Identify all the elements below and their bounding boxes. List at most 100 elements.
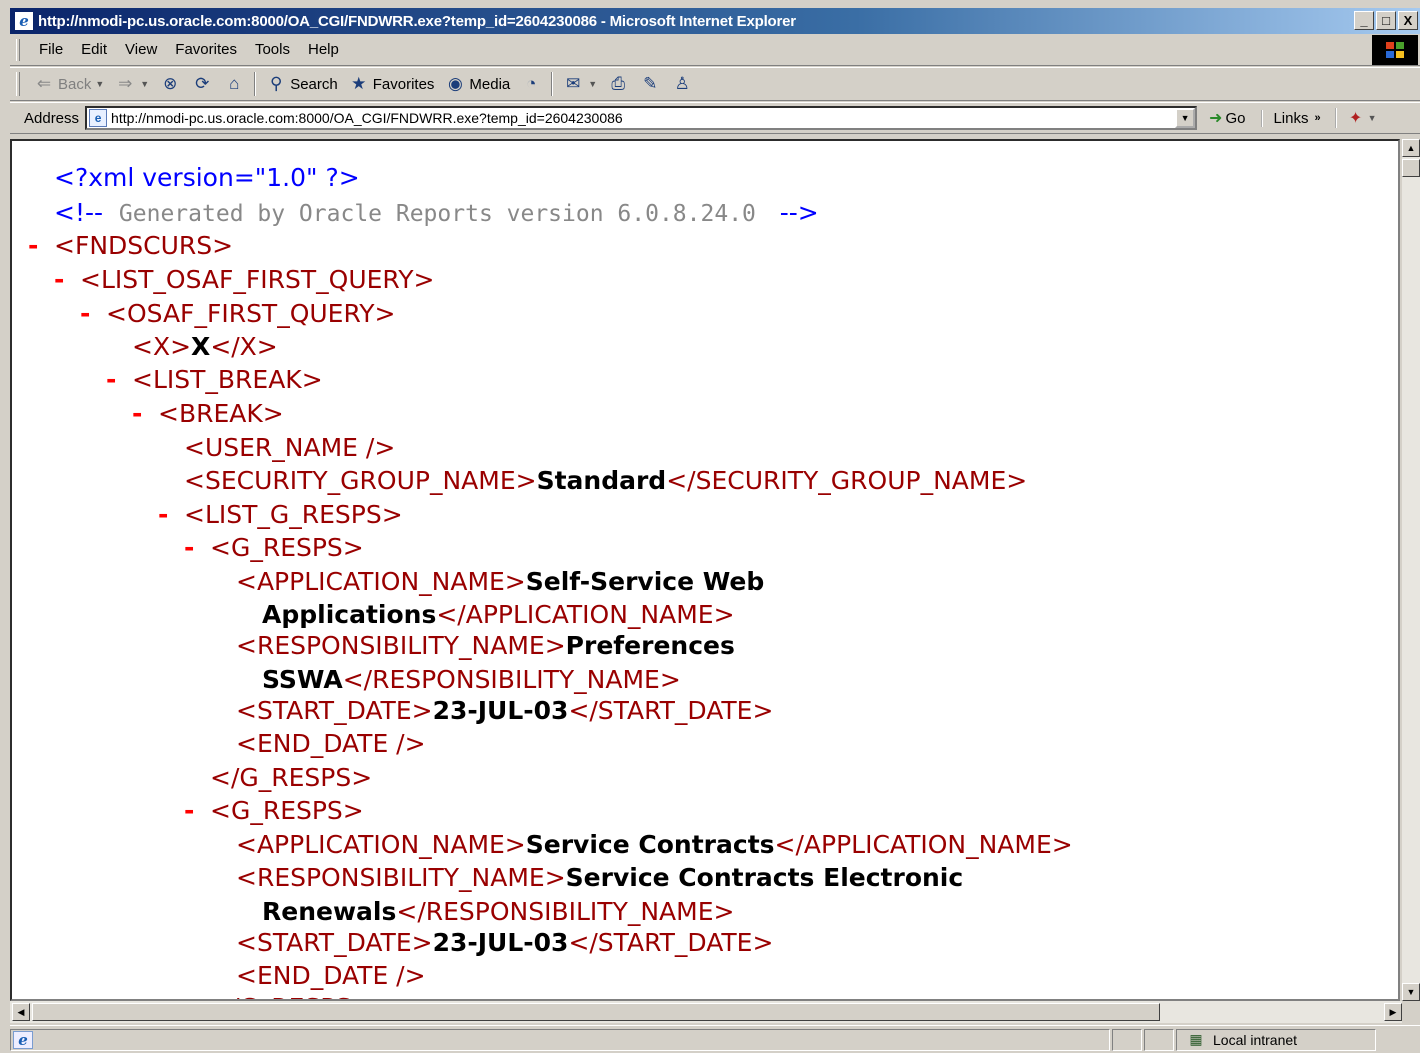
scroll-right-button[interactable]: ▶	[1384, 1003, 1402, 1021]
horizontal-scrollbar[interactable]: ◀ ▶	[10, 1001, 1402, 1023]
back-dropdown-icon[interactable]: ▼	[95, 79, 104, 89]
toolbar-extension-button[interactable]: ✦ ▼	[1334, 108, 1377, 128]
comment-text: Generated by Oracle Reports version 6.0.…	[118, 201, 756, 227]
go-label: Go	[1225, 109, 1246, 127]
tag-open: <FNDSCURS>	[54, 231, 234, 260]
search-icon: ⚲	[269, 74, 283, 93]
scroll-left-button[interactable]: ◀	[12, 1003, 30, 1021]
toolbar-grip[interactable]	[16, 72, 20, 96]
go-button[interactable]: ➜ Go	[1209, 108, 1245, 128]
toolbar-separator	[551, 72, 554, 96]
xml-declaration: <?xml version="1.0" ?>	[54, 161, 360, 195]
xml-node-list-g-resps: <LIST_G_RESPS>	[184, 498, 403, 532]
minimize-button[interactable]: _	[1354, 11, 1374, 30]
links-label: Links	[1273, 109, 1309, 127]
mail-button[interactable]: ✉ ▼	[557, 71, 602, 97]
vertical-scroll-thumb[interactable]	[1402, 159, 1420, 177]
xml-node-end-date: <END_DATE />	[236, 727, 426, 761]
application-name-value: Applications	[262, 600, 437, 629]
collapse-toggle[interactable]: -	[184, 794, 194, 828]
tag-close: </RESPONSIBILITY_NAME>	[396, 897, 735, 926]
maximize-button[interactable]: □	[1376, 11, 1396, 30]
collapse-toggle[interactable]: -	[54, 263, 64, 297]
x-value: X	[191, 332, 211, 361]
tag-open: <BREAK>	[158, 399, 284, 428]
vertical-scrollbar[interactable]: ▲ ▼	[1402, 139, 1420, 1001]
forward-button[interactable]: ⇒ ▼	[109, 71, 154, 97]
tag-close: </SECURITY_GROUP_NAME>	[666, 466, 1028, 495]
close-button[interactable]: X	[1398, 11, 1418, 30]
done-page-icon: e	[13, 1030, 33, 1049]
tag-empty: <USER_NAME />	[184, 433, 396, 462]
media-icon: ◉	[448, 74, 463, 93]
xml-node-responsibility-name: <RESPONSIBILITY_NAME>Preferences	[236, 629, 735, 663]
collapse-toggle[interactable]: -	[28, 229, 38, 263]
home-button[interactable]: ⌂	[218, 71, 250, 97]
horizontal-scroll-thumb[interactable]	[32, 1003, 1160, 1021]
messenger-button[interactable]: ♙	[666, 71, 698, 97]
xml-pi-text: <?xml version="1.0" ?>	[54, 163, 360, 192]
address-bar: Address e ▼ ➜ Go Links » ✦ ▼	[10, 102, 1420, 134]
links-button[interactable]: Links »	[1261, 109, 1321, 127]
favorites-button[interactable]: ★ Favorites	[343, 71, 440, 97]
xml-node-user-name: <USER_NAME />	[184, 431, 395, 465]
page-icon: e	[89, 109, 108, 127]
xml-node-start-date: <START_DATE>23-JUL-03</START_DATE>	[236, 694, 773, 728]
edit-icon: ✎	[643, 74, 658, 93]
tag-open: <RESPONSIBILITY_NAME>	[236, 631, 566, 660]
search-label: Search	[290, 75, 338, 93]
favorites-icon: ★	[351, 74, 367, 93]
mail-dropdown-icon[interactable]: ▼	[588, 79, 597, 89]
menu-edit[interactable]: Edit	[72, 37, 116, 62]
windows-logo-icon	[1372, 35, 1418, 65]
tag-close: </G_RESPS>	[210, 763, 373, 792]
xml-node-osaf: <OSAF_FIRST_QUERY>	[106, 297, 395, 331]
xml-node-security-group: <SECURITY_GROUP_NAME>Standard</SECURITY_…	[184, 464, 1027, 498]
xml-node-g-resps: <G_RESPS>	[210, 531, 364, 565]
menu-view[interactable]: View	[116, 37, 166, 62]
media-button[interactable]: ◉ Media	[439, 71, 515, 97]
address-input[interactable]	[111, 110, 1172, 126]
xml-node-start-date: <START_DATE>23-JUL-03</START_DATE>	[236, 926, 773, 960]
collapse-toggle[interactable]: -	[106, 363, 116, 397]
tag-close: </APPLICATION_NAME>	[436, 600, 735, 629]
menu-grip[interactable]	[16, 38, 20, 61]
status-pane	[1144, 1028, 1174, 1051]
favorites-label: Favorites	[372, 75, 435, 93]
menu-tools[interactable]: Tools	[246, 37, 299, 62]
forward-dropdown-icon[interactable]: ▼	[140, 79, 149, 89]
responsibility-name-value: SSWA	[262, 665, 343, 694]
local-intranet-icon: ▦	[1189, 1031, 1203, 1047]
collapse-toggle[interactable]: -	[132, 397, 142, 431]
collapse-toggle[interactable]: -	[184, 531, 194, 565]
start-date-value: 23-JUL-03	[432, 696, 569, 725]
window-title-bar: e http://nmodi-pc.us.oracle.com:8000/OA_…	[10, 8, 1420, 34]
collapse-toggle[interactable]: -	[158, 498, 168, 532]
extension-icon: ✦	[1348, 110, 1363, 127]
menu-favorites[interactable]: Favorites	[166, 37, 246, 62]
address-label: Address	[24, 109, 80, 127]
xml-node-responsibility-name: <RESPONSIBILITY_NAME>Service Contracts E…	[236, 861, 963, 895]
scroll-down-button[interactable]: ▼	[1402, 983, 1420, 1001]
edit-button[interactable]: ✎	[634, 71, 666, 97]
stop-button[interactable]: ⊗	[154, 71, 186, 97]
tag-close: </APPLICATION_NAME>	[774, 830, 1073, 859]
address-field[interactable]: e ▼	[85, 106, 1198, 130]
responsibility-name-value: Service Contracts Electronic	[565, 863, 964, 892]
status-pane	[1112, 1028, 1142, 1051]
search-button[interactable]: ⚲ Search	[260, 71, 343, 97]
print-icon: ⎙	[611, 74, 625, 93]
history-button[interactable]: ◔	[515, 71, 547, 97]
address-dropdown-icon[interactable]: ▼	[1175, 108, 1196, 128]
security-zone-pane: ▦ Local intranet	[1176, 1028, 1376, 1051]
chevron-right-icon: »	[1314, 112, 1321, 124]
refresh-button[interactable]: ⟳	[186, 71, 218, 97]
back-button[interactable]: ⇐ Back ▼	[28, 71, 109, 97]
menu-help[interactable]: Help	[299, 37, 348, 62]
collapse-toggle[interactable]: -	[80, 297, 90, 331]
menu-file[interactable]: File	[30, 37, 72, 62]
extension-dropdown-icon[interactable]: ▼	[1368, 113, 1377, 123]
scroll-up-button[interactable]: ▲	[1402, 139, 1420, 157]
print-button[interactable]: ⎙	[602, 71, 634, 97]
window-title: http://nmodi-pc.us.oracle.com:8000/OA_CG…	[38, 12, 796, 30]
